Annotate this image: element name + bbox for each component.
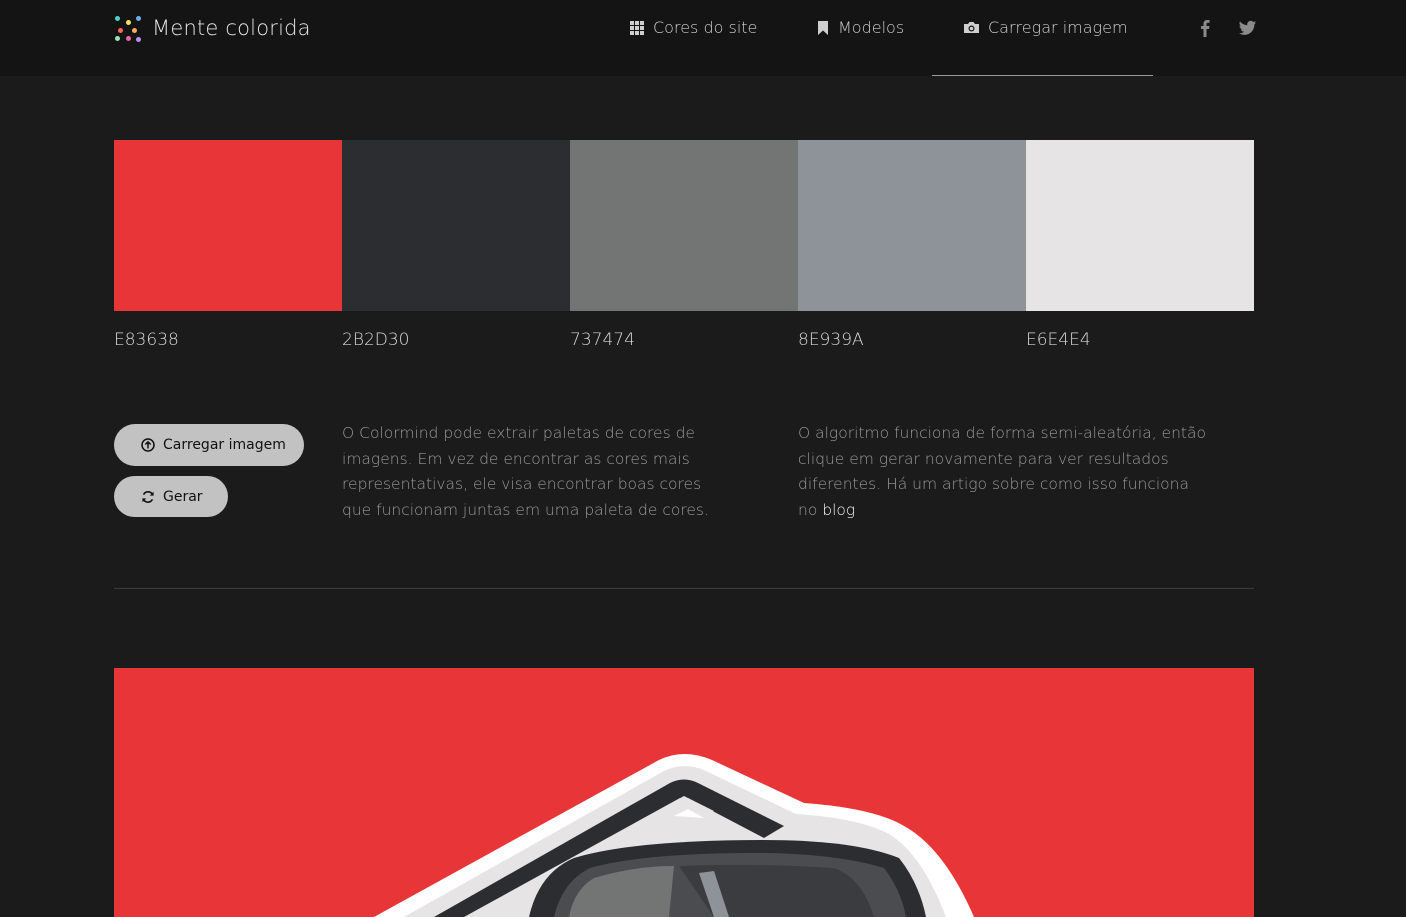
nav-item-carregar-imagem[interactable]: Carregar imagem bbox=[963, 18, 1128, 37]
camera-icon bbox=[964, 22, 979, 33]
palette-swatch-5[interactable] bbox=[1026, 140, 1254, 311]
description-text: O Colormind pode extrair paletas de core… bbox=[342, 424, 709, 519]
logo-mark-icon bbox=[114, 14, 142, 42]
upload-image-button[interactable]: Carregar imagem bbox=[114, 424, 304, 466]
twitter-link[interactable] bbox=[1238, 18, 1257, 43]
upload-circle-icon bbox=[141, 438, 155, 452]
nav-item-cores-do-site[interactable]: Cores do site bbox=[629, 18, 757, 37]
swatch-hex-label: 2B2D30 bbox=[342, 330, 410, 350]
palette-swatch-3[interactable] bbox=[570, 140, 798, 311]
swatch-hex-label: E83638 bbox=[114, 330, 179, 350]
palette-swatch-2[interactable] bbox=[342, 140, 570, 311]
car-logo-image bbox=[374, 754, 974, 917]
algorithm-text: O algoritmo funciona de forma semi-aleat… bbox=[798, 421, 1213, 523]
grid-icon bbox=[630, 20, 644, 35]
bookmark-icon bbox=[818, 20, 828, 35]
twitter-icon bbox=[1238, 20, 1257, 35]
uploaded-image-preview bbox=[114, 668, 1254, 917]
refresh-icon bbox=[142, 490, 154, 503]
brand-name: Mente colorida bbox=[152, 16, 311, 40]
top-navbar: Mente colorida Cores do site Modelos Car… bbox=[0, 0, 1406, 76]
generate-button[interactable]: Gerar bbox=[114, 476, 228, 517]
generate-label: Gerar bbox=[163, 488, 203, 505]
nav-label: Cores do site bbox=[653, 18, 758, 37]
swatch-hex-label: E6E4E4 bbox=[1026, 330, 1091, 350]
active-nav-indicator bbox=[932, 75, 1153, 76]
nav-item-modelos[interactable]: Modelos bbox=[816, 18, 904, 37]
nav-label: Carregar imagem bbox=[988, 18, 1128, 37]
swatch-hex-label: 737474 bbox=[570, 330, 635, 350]
brand-logo[interactable]: Mente colorida bbox=[114, 14, 311, 42]
blog-link[interactable]: blog bbox=[822, 501, 855, 519]
nav-label: Modelos bbox=[838, 18, 905, 37]
palette-swatch-1[interactable] bbox=[114, 140, 342, 311]
swatch-hex-label: 8E939A bbox=[798, 330, 864, 350]
facebook-link[interactable] bbox=[1199, 18, 1211, 43]
palette-swatch-4[interactable] bbox=[798, 140, 1026, 311]
upload-image-label: Carregar imagem bbox=[163, 437, 286, 453]
section-divider bbox=[114, 588, 1254, 589]
facebook-icon bbox=[1201, 20, 1210, 37]
algorithm-text-body: O algoritmo funciona de forma semi-aleat… bbox=[798, 424, 1206, 519]
